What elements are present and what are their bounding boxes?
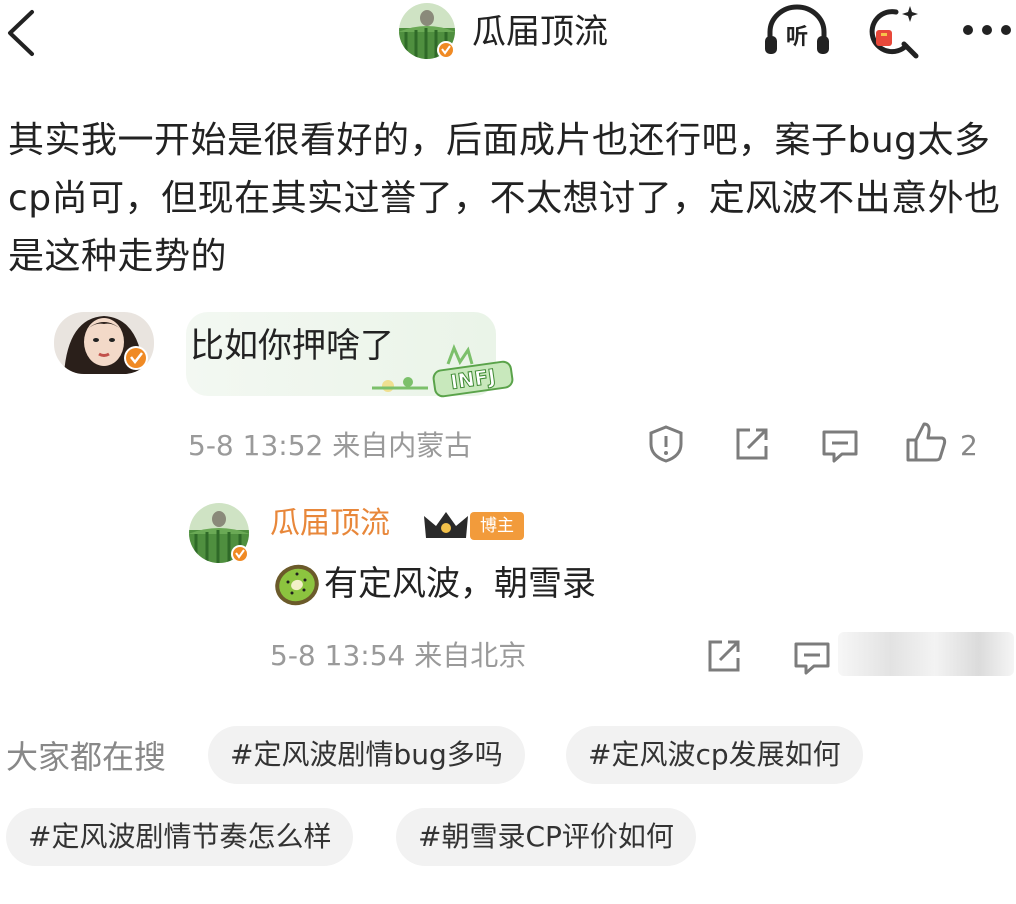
author-avatar[interactable] [398, 2, 456, 60]
comment-icon[interactable] [792, 638, 832, 678]
comment-icon[interactable] [820, 426, 860, 466]
crown-icon [422, 508, 470, 542]
kiwi-emoji-icon [272, 560, 322, 610]
blurred-region [838, 632, 1014, 676]
like-icon[interactable] [904, 420, 948, 464]
search-chip[interactable]: #朝雪录CP评价如何 [396, 808, 696, 866]
comment-meta: 5-8 13:52 来自内蒙古 [188, 429, 473, 462]
commenter-avatar[interactable] [54, 312, 154, 374]
more-icon[interactable] [960, 20, 1014, 40]
search-chip[interactable]: #定风波剧情bug多吗 [208, 726, 525, 784]
reply-author-name[interactable]: 瓜届顶流 [270, 504, 390, 544]
post-text: 其实我一开始是很看好的，后面成片也还行吧，案子bug太多cp尚可，但现在其实过誉… [8, 120, 1001, 277]
reply-meta: 5-8 13:54 来自北京 [270, 639, 527, 672]
reply-text: 有定风波，朝雪录 [324, 564, 596, 604]
share-icon[interactable] [704, 636, 744, 676]
page-title: 瓜届顶流 [472, 12, 608, 52]
search-suggestions-label: 大家都在搜 [6, 738, 167, 776]
back-icon[interactable] [2, 8, 42, 58]
listen-label: 听 [786, 25, 808, 50]
search-chip[interactable]: #定风波剧情节奏怎么样 [6, 808, 354, 866]
infj-sticker: INFJ [368, 343, 518, 400]
search-chip[interactable]: #定风波cp发展如何 [566, 726, 863, 784]
share-icon[interactable] [732, 424, 772, 464]
report-icon[interactable] [646, 424, 686, 464]
ai-search-icon[interactable] [862, 4, 924, 62]
author-badge: 博主 [470, 512, 524, 540]
comment-text: 比如你押啥了 [190, 326, 394, 366]
like-count: 2 [960, 429, 978, 462]
listen-icon[interactable]: 听 [762, 4, 832, 58]
author-reply-avatar[interactable] [188, 502, 250, 564]
